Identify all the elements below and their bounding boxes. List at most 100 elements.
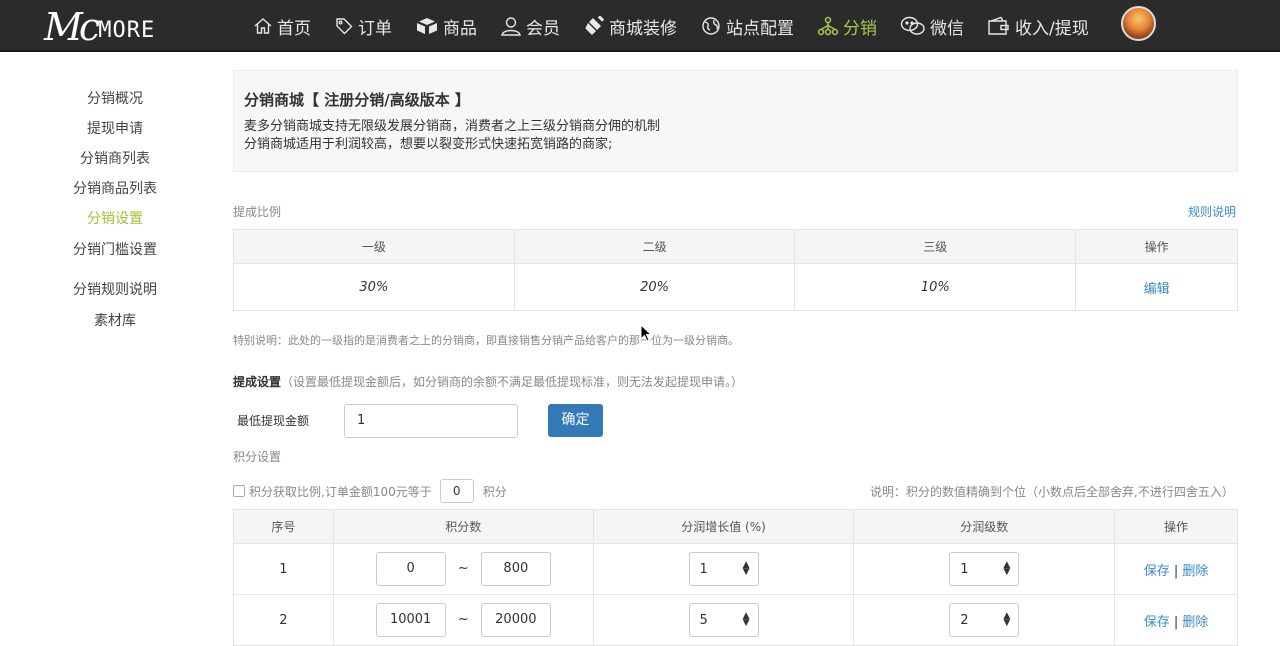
edit-link[interactable]: 编辑 [1144,282,1170,297]
nav-label: 订单 [358,18,392,39]
sitemap-icon [817,16,839,36]
sidebar-item-rules[interactable]: 分销规则说明 [0,279,230,299]
min-withdraw-label: 最低提现金额 [237,414,310,428]
level-2-value: 20% [513,263,796,311]
nav-members[interactable]: 会员 [500,0,560,52]
mouse-cursor-icon [640,324,652,342]
nav-home[interactable]: 首页 [253,0,311,52]
intro-line-2: 分销商城适用于利润较高，想要以裂变形式快速拓宽销路的商家; [244,137,613,152]
intro-title: 分销商城【 注册分销/高级版本 】 [244,91,470,109]
globe-icon [700,16,722,36]
table-row: 30% 20% 10% 编辑 [233,263,1238,311]
points-to-input[interactable]: 20000 [480,603,551,637]
level-3-value: 10% [794,263,1077,311]
sidebar-item-materials[interactable]: 素材库 [0,310,230,330]
points-ratio-checkbox[interactable] [233,485,245,497]
nav-distribution[interactable]: 分销 [817,0,877,52]
top-navbar: Mc MORE 首页 订单 商品 会员 商城装修 站点配置 分销 微信 收入/提… [0,0,1280,52]
points-explain: 说明：积分的数值精确到个位（小数点后全部舍弃,不进行四舍五入） [870,485,1234,499]
tag-icon [334,16,354,36]
commission-label: 提成比例 [233,205,282,219]
nav-label: 分销 [843,18,877,39]
delete-link[interactable]: 删除 [1182,564,1208,579]
brush-icon [583,16,605,36]
growth-select[interactable]: 5 ▲ ▼ [688,603,759,637]
sidebar-item-product-list[interactable]: 分销商品列表 [0,178,230,198]
column-header: 三级 [794,229,1077,264]
growth-select[interactable]: 1 ▲ ▼ [688,552,759,586]
points-from-input[interactable]: 10001 [375,603,446,637]
wechat-icon [900,16,926,36]
select-arrows-icon: ▲ ▼ [1003,611,1011,628]
nav-label: 商品 [443,18,477,39]
level-select[interactable]: 2 ▲ ▼ [949,603,1020,637]
table-row: 2 10001 ~ 20000 5 ▲ ▼ 2 ▲ ▼ 保存 | 删除 [233,594,1238,646]
points-unit: 积分 [482,484,507,499]
intro-line-1: 麦多分销商城支持无限级发展分销商，消费者之上三级分销商分佣的机制 [244,119,661,134]
level-value: 2 [960,612,969,628]
wallet-icon [987,16,1011,36]
column-header: 二级 [513,229,796,264]
nav-label: 商城装修 [609,18,677,39]
points-table: 序号 积分数 分润增长值 (%) 分润级数 操作 1 0 ~ 800 1 ▲ ▼ 1… [233,509,1238,646]
sidebar-item-distributor-list[interactable]: 分销商列表 [0,148,230,168]
home-icon [253,16,273,36]
growth-value: 1 [699,561,708,577]
save-link[interactable]: 保存 [1144,564,1170,579]
nav-label: 会员 [526,18,560,39]
points-to-input[interactable]: 800 [480,552,551,586]
confirm-button[interactable]: 确定 [548,404,603,437]
sidebar: 分销概况 提现申请 分销商列表 分销商品列表 分销设置 分销门槛设置 分销规则说… [0,52,230,646]
sidebar-item-threshold[interactable]: 分销门槛设置 [0,239,230,259]
points-ratio-input[interactable]: 0 [439,479,474,503]
column-header: 积分数 [332,509,594,544]
range-tilde: ~ [457,612,469,627]
row-index: 1 [233,543,334,595]
nav-label: 微信 [930,18,964,39]
main-nav: 首页 订单 商品 会员 商城装修 站点配置 分销 微信 收入/提现 [253,0,1112,52]
table-header-row: 一级 二级 三级 操作 [233,229,1238,264]
sidebar-item-settings[interactable]: 分销设置 [0,208,230,228]
nav-label: 首页 [277,18,311,39]
delete-link[interactable]: 删除 [1182,615,1208,630]
min-withdraw-input[interactable]: 1 [344,404,518,438]
commission-note: 特别说明：此处的一级指的是消费者之上的分销商，即直接销售分销产品给客户的那一位为… [233,334,739,347]
sidebar-item-overview[interactable]: 分销概况 [0,88,230,108]
boxes-icon [415,16,439,36]
rules-link[interactable]: 规则说明 [1188,203,1236,220]
column-header: 操作 [1114,509,1238,544]
nav-products[interactable]: 商品 [415,0,477,52]
nav-label: 收入/提现 [1015,18,1089,39]
logo-mark: Mc [44,5,100,49]
growth-value: 5 [699,612,708,628]
column-header: 一级 [233,229,515,264]
brand-logo[interactable]: Mc MORE [44,6,155,46]
table-row: 1 0 ~ 800 1 ▲ ▼ 1 ▲ ▼ 保存 | 删除 [233,543,1238,595]
withdraw-desc: （设置最低提现金额后，如分销商的余额不满足最低提现标准，则无法发起提现申请。） [281,375,744,389]
table-header-row: 序号 积分数 分润增长值 (%) 分润级数 操作 [233,509,1238,544]
level-value: 1 [960,561,969,577]
user-avatar[interactable] [1121,6,1156,41]
withdraw-heading: 提成设置（设置最低提现金额后，如分销商的余额不满足最低提现标准，则无法发起提现申… [233,373,743,390]
save-link[interactable]: 保存 [1144,615,1170,630]
select-arrows-icon: ▲ ▼ [1003,560,1011,577]
logo-text: MORE [98,18,156,43]
points-from-input[interactable]: 0 [375,552,446,586]
action-separator: | [1173,614,1179,630]
column-header: 操作 [1075,229,1238,264]
user-icon [500,16,522,36]
column-header: 分润级数 [853,509,1116,544]
nav-income[interactable]: 收入/提现 [987,0,1089,52]
nav-decoration[interactable]: 商城装修 [583,0,677,52]
commission-table: 一级 二级 三级 操作 30% 20% 10% 编辑 [233,229,1238,311]
level-select[interactable]: 1 ▲ ▼ [949,552,1020,586]
sidebar-item-withdraw-requests[interactable]: 提现申请 [0,118,230,138]
withdraw-title: 提成设置 [233,375,282,389]
nav-orders[interactable]: 订单 [334,0,392,52]
points-title: 积分设置 [233,450,282,464]
points-ratio-label: 积分获取比例,订单金额100元等于 [249,484,432,499]
nav-wechat[interactable]: 微信 [900,0,964,52]
action-separator: | [1173,563,1179,579]
nav-site-config[interactable]: 站点配置 [700,0,794,52]
intro-panel: 分销商城【 注册分销/高级版本 】 麦多分销商城支持无限级发展分销商，消费者之上… [233,70,1238,172]
